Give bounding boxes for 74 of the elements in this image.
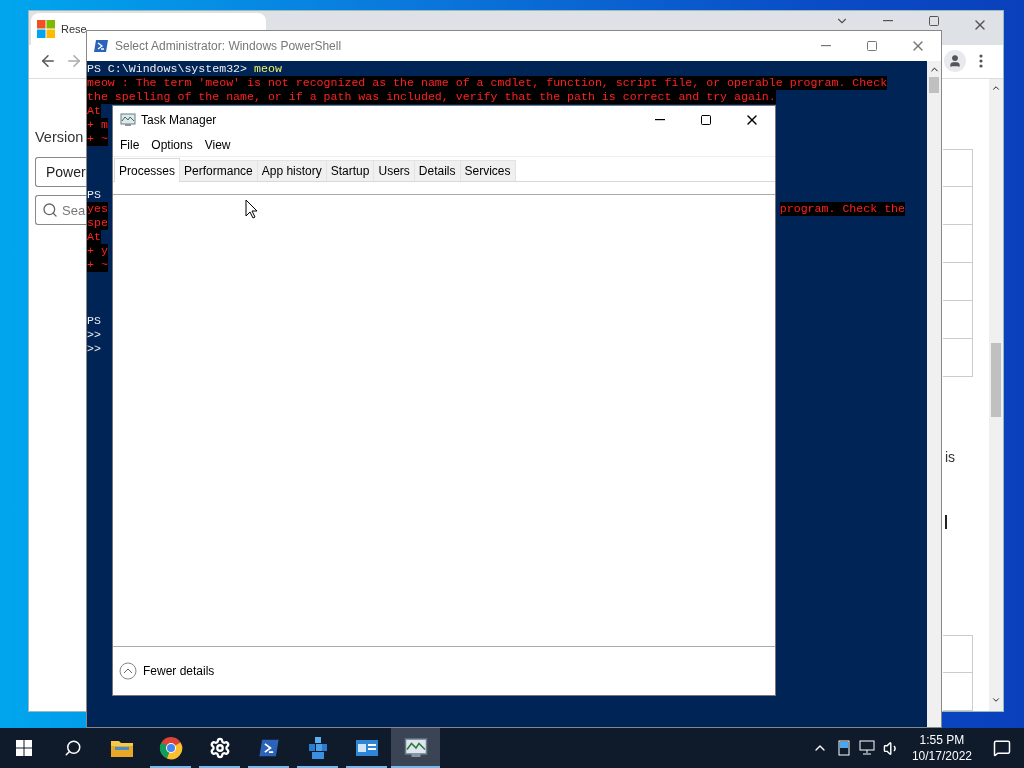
scroll-up-icon[interactable] xyxy=(991,83,1001,93)
console-text: PS C:\Windows\system32> xyxy=(87,62,248,76)
tab[interactable]: Startup xyxy=(325,160,375,181)
table-row xyxy=(943,301,973,339)
console-command: meow xyxy=(254,62,282,76)
menu-item[interactable]: View xyxy=(199,138,236,152)
table-row xyxy=(943,673,973,711)
monitor-icon xyxy=(858,740,877,756)
maximize-icon xyxy=(866,40,878,52)
minimize-icon xyxy=(655,119,665,121)
monitor-graph-icon xyxy=(120,112,136,128)
tab[interactable]: Users xyxy=(373,160,415,181)
error-text: At xyxy=(87,104,101,118)
text-cursor-icon xyxy=(945,515,947,529)
tab[interactable]: Details xyxy=(413,160,461,181)
table-row xyxy=(943,187,973,225)
mouse-pointer-icon xyxy=(245,199,258,219)
error-text: yes xyxy=(87,202,108,216)
chrome-icon xyxy=(158,736,183,760)
search-icon xyxy=(42,202,58,218)
maximize-icon xyxy=(700,114,712,126)
settings-icon xyxy=(208,737,231,759)
error-text: + y xyxy=(87,244,108,258)
terminal-icon xyxy=(93,38,109,54)
error-text: spe xyxy=(87,216,108,230)
error-text: the spelling of the name, or if a path was included, verify that the path is correct and try again. xyxy=(87,90,776,104)
minimize-icon xyxy=(821,45,831,47)
maximize-icon xyxy=(928,14,940,27)
console-text: PS xyxy=(87,188,101,202)
collapse-icon xyxy=(119,662,137,680)
terminal-icon xyxy=(257,737,280,759)
person-icon xyxy=(948,54,962,69)
tab[interactable]: Services xyxy=(459,160,516,181)
profile-button[interactable] xyxy=(944,50,966,73)
speech-bubble-icon xyxy=(993,739,1011,757)
windows-logo-icon xyxy=(37,19,55,38)
folder-icon xyxy=(109,738,134,758)
tab[interactable]: Performance xyxy=(179,160,258,181)
menu-item[interactable]: Options xyxy=(146,138,198,152)
table-row xyxy=(943,635,973,673)
taskbar-app[interactable] xyxy=(391,728,440,768)
scrollbar-thumb[interactable] xyxy=(991,343,1001,417)
scrollbar-thumb[interactable] xyxy=(929,77,939,93)
more-icon xyxy=(979,54,983,69)
error-text: + ~ xyxy=(87,258,108,272)
table-row xyxy=(943,339,973,377)
minimize-icon xyxy=(883,19,893,22)
window-title: Task Manager xyxy=(141,113,217,127)
console-text: >> xyxy=(87,328,101,342)
search-icon xyxy=(63,739,82,757)
scroll-down-icon[interactable] xyxy=(991,695,1001,705)
clock[interactable]: 1:55 PM 10/17/2022 xyxy=(903,732,980,764)
monitor-graph-icon xyxy=(403,736,428,760)
error-text: + m xyxy=(87,118,108,132)
error-text: program. Check the xyxy=(779,202,905,216)
menu-item[interactable]: File xyxy=(115,138,145,152)
body-text: is xyxy=(945,449,957,465)
console-text: PS xyxy=(87,314,101,328)
table-row xyxy=(943,149,973,187)
error-text: + ~ xyxy=(87,132,108,146)
error-text: meow : The term 'meow' is not recognized as the name of a cmdlet, function, script file, or operable program. Check xyxy=(87,76,888,90)
tab[interactable]: Processes xyxy=(114,158,181,182)
blocks-icon xyxy=(306,736,329,760)
id-card-icon xyxy=(354,738,379,758)
error-text: At xyxy=(87,230,101,244)
window-title: Select Administrator: Windows PowerShell xyxy=(115,39,342,53)
section-heading: Version xyxy=(35,129,85,145)
tab-title[interactable]: Rese xyxy=(61,22,87,35)
table-row xyxy=(943,263,973,301)
table-row xyxy=(943,225,973,263)
tab[interactable]: App history xyxy=(256,160,327,181)
fewer-details-link[interactable]: Fewer details xyxy=(143,664,215,678)
console-text: >> xyxy=(87,342,101,356)
windows-logo-icon xyxy=(16,740,32,756)
